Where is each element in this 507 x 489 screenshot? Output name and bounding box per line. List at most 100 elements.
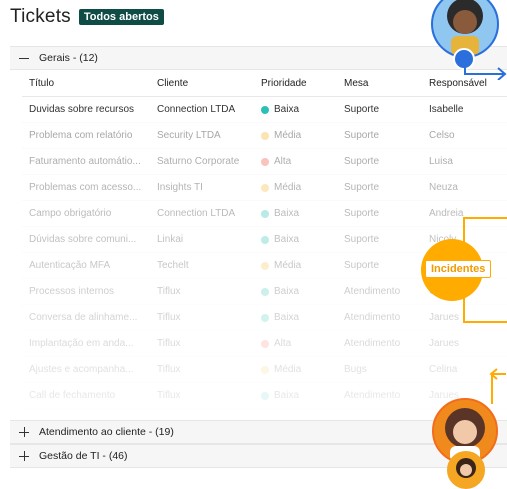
ticket-desk: Suporte <box>344 208 380 219</box>
ticket-desk: Suporte <box>344 104 380 115</box>
priority-dot-icon <box>261 105 269 114</box>
ticket-desk: Suporte <box>344 156 380 167</box>
ticket-client: Tiflux <box>157 364 181 375</box>
table-row[interactable]: Call de fechamento Tiflux Baixa Atendimento… <box>22 383 507 409</box>
ticket-title: Implantação em anda... <box>29 338 134 349</box>
page-header: Tickets Todos abertos <box>10 6 164 28</box>
priority-label: Baixa <box>274 234 300 245</box>
ticket-client: Security LTDA <box>157 130 221 141</box>
priority-label: Alta <box>274 156 292 167</box>
ticket-client: Tiflux <box>157 312 181 323</box>
table-row[interactable]: Conversa de alinhame... Tiflux Baixa Atendi… <box>22 305 507 331</box>
group-atendimento-label: Atendimento ao cliente - (19) <box>39 426 174 438</box>
table-row[interactable]: Problema com relatório Security LTDA Média… <box>22 123 507 149</box>
ticket-desk: Suporte <box>344 182 380 193</box>
table-row[interactable]: Faturamento automátio... Saturno Corporat… <box>22 149 507 175</box>
priority-dot-icon <box>261 287 269 296</box>
group-gestao[interactable]: Gestão de TI - (46) <box>10 444 507 468</box>
connector-line-blue <box>464 60 507 80</box>
collapse-icon[interactable] <box>19 53 29 63</box>
ticket-title: Processos internos <box>29 286 115 297</box>
priority-dot-icon <box>261 183 269 192</box>
page-title: Tickets <box>10 6 71 27</box>
priority-dot-icon <box>261 313 269 322</box>
priority-label: Média <box>274 182 302 193</box>
table-row[interactable]: Ajustes e acompanha... Tiflux Média Bugs Cel… <box>22 357 507 383</box>
ticket-desk: Bugs <box>344 364 367 375</box>
ticket-priority: Média <box>261 260 344 271</box>
connector-arrow-orange <box>489 368 506 404</box>
priority-label: Baixa <box>274 104 300 115</box>
priority-dot-icon <box>261 391 269 400</box>
priority-dot-icon <box>261 157 269 166</box>
avatar-agent-3 <box>447 451 485 489</box>
expand-icon[interactable] <box>19 451 29 461</box>
priority-label: Baixa <box>274 286 300 297</box>
ticket-assignee: Celso <box>429 130 455 141</box>
priority-dot-icon <box>261 235 269 244</box>
ticket-title: Ajustes e acompanha... <box>29 364 134 375</box>
priority-dot-icon <box>261 365 269 374</box>
group-gestao-label: Gestão de TI - (46) <box>39 450 128 462</box>
filter-badge[interactable]: Todos abertos <box>78 9 164 25</box>
priority-label: Alta <box>274 338 292 349</box>
priority-label: Média <box>274 364 302 375</box>
priority-dot-icon <box>261 209 269 218</box>
priority-dot-icon <box>261 261 269 270</box>
ticket-priority: Baixa <box>261 390 344 401</box>
column-header-titulo[interactable]: Título <box>22 78 157 89</box>
ticket-client: Linkai <box>157 234 184 245</box>
ticket-assignee: Jarues <box>429 338 460 349</box>
ticket-title: Dúvidas sobre comuni... <box>29 234 137 245</box>
expand-icon[interactable] <box>19 427 29 437</box>
ticket-title: Call de fechamento <box>29 390 116 401</box>
priority-label: Média <box>274 130 302 141</box>
column-header-prioridade[interactable]: Prioridade <box>261 78 344 89</box>
ticket-priority: Alta <box>261 338 344 349</box>
ticket-desk: Suporte <box>344 130 380 141</box>
ticket-desk: Atendimento <box>344 338 401 349</box>
ticket-client: Tiflux <box>157 390 181 401</box>
priority-label: Baixa <box>274 208 300 219</box>
column-header-mesa[interactable]: Mesa <box>344 78 429 89</box>
ticket-priority: Baixa <box>261 286 344 297</box>
group-gerais[interactable]: Gerais - (12) <box>10 46 507 70</box>
ticket-priority: Alta <box>261 156 344 167</box>
ticket-desk: Atendimento <box>344 390 401 401</box>
ticket-priority: Média <box>261 130 344 141</box>
incidentes-label: Incidentes <box>425 260 492 278</box>
ticket-title: Problemas com acesso... <box>29 182 142 193</box>
ticket-priority: Média <box>261 364 344 375</box>
ticket-client: Connection LTDA <box>157 104 236 115</box>
column-header-cliente[interactable]: Cliente <box>157 78 261 89</box>
ticket-priority: Baixa <box>261 208 344 219</box>
ticket-title: Campo obrigatório <box>29 208 112 219</box>
ticket-desk: Atendimento <box>344 312 401 323</box>
priority-label: Média <box>274 260 302 271</box>
table-row[interactable]: Campo obrigatório Connection LTDA Baixa Sup… <box>22 201 507 227</box>
ticket-desk: Suporte <box>344 234 380 245</box>
priority-label: Baixa <box>274 390 300 401</box>
ticket-assignee: Isabelle <box>429 104 464 115</box>
table-row[interactable]: Implantação em anda... Tiflux Alta Atendime… <box>22 331 507 357</box>
ticket-priority: Baixa <box>261 234 344 245</box>
priority-label: Baixa <box>274 312 300 323</box>
ticket-assignee: Neuza <box>429 182 458 193</box>
ticket-client: Tiflux <box>157 286 181 297</box>
ticket-assignee: Luisa <box>429 156 453 167</box>
ticket-client: Insights TI <box>157 182 203 193</box>
ticket-client: Saturno Corporate <box>157 156 240 167</box>
priority-dot-icon <box>261 339 269 348</box>
table-header: Título Cliente Prioridade Mesa Responsáv… <box>22 71 507 97</box>
priority-dot-icon <box>261 131 269 140</box>
ticket-title: Faturamento automátio... <box>29 156 141 167</box>
table-row[interactable]: Duvidas sobre recursos Connection LTDA Bai… <box>22 97 507 123</box>
ticket-client: Tiflux <box>157 338 181 349</box>
ticket-client: Techelt <box>157 260 189 271</box>
ticket-priority: Média <box>261 182 344 193</box>
ticket-desk: Suporte <box>344 260 380 271</box>
ticket-title: Conversa de alinhame... <box>29 312 138 323</box>
tickets-table: Título Cliente Prioridade Mesa Responsáv… <box>22 71 507 409</box>
table-row[interactable]: Problemas com acesso... Insights TI Média S… <box>22 175 507 201</box>
ticket-title: Problema com relatório <box>29 130 133 141</box>
